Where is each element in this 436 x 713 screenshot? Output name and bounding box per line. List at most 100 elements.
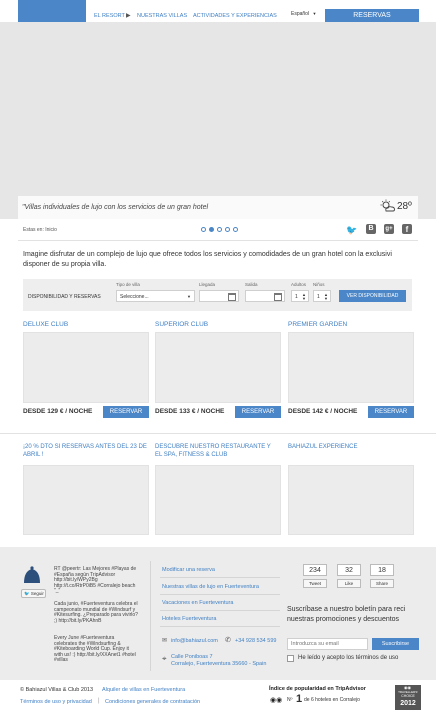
facebook-icon[interactable]: f [402, 224, 412, 234]
calendar-icon[interactable] [228, 293, 236, 301]
tripadvisor-title: Índice de popularidad en TripAdvisor [269, 686, 366, 692]
villa-image[interactable] [23, 332, 149, 403]
villa-card-deluxe: DELUXE CLUB DESDE 129 € / NOCHE RESERVAR [23, 321, 149, 421]
tripadvisor-rank-suffix: de 6 hoteles en Corralejo [304, 697, 360, 703]
footer-link[interactable]: Nuestras villas de lujo en Fuerteventura [162, 584, 259, 590]
share-count-box: 18 [370, 564, 394, 576]
promo-image[interactable] [288, 465, 414, 535]
nav-item-resort[interactable]: EL RESORT [94, 13, 125, 19]
footer-link[interactable]: Términos de uso y privacidad [20, 699, 92, 705]
twitter-bird-logo [22, 565, 42, 585]
booking-form: DISPONIBILIDAD Y RESERVAS Tipo de villa … [23, 279, 412, 311]
check-availability-button[interactable]: VER DISPONIBILIDAD [339, 290, 406, 302]
envelope-icon: ✉ [162, 638, 168, 644]
promo-title[interactable]: ¡20 % DTO SI RESERVAS ANTES DEL 23 DE AB… [23, 443, 147, 459]
share-counter-twitter[interactable]: 234 Tweet [303, 564, 327, 591]
footer-link[interactable]: Condiciones generales de contratación [105, 699, 200, 705]
footer-link[interactable]: Alquiler de villas en Fuerteventura [102, 687, 185, 693]
badge-line-2: CHOICE [401, 694, 415, 698]
share-count: 18 [378, 567, 386, 574]
separator: | [98, 698, 100, 704]
slider-dot[interactable] [217, 227, 222, 232]
share-button[interactable]: Like [337, 579, 361, 588]
twitter-icon[interactable]: 🐦 [346, 225, 357, 236]
share-counter-facebook[interactable]: 32 Like [337, 564, 361, 591]
subscribe-button[interactable]: Suscribirse [372, 638, 419, 650]
terms-checkbox[interactable] [287, 655, 294, 662]
nav-item-activities[interactable]: ACTIVIDADES Y EXPERIENCIAS [193, 13, 277, 19]
tripadvisor-rank: 1 [296, 693, 303, 705]
footer-link[interactable]: Modificar una reserva [162, 567, 215, 573]
villa-title[interactable]: DELUXE CLUB [23, 321, 68, 328]
tripadvisor-owl-icon[interactable]: ◉◉ [270, 696, 282, 704]
tripadvisor-rank-prefix: Nº [287, 697, 293, 703]
share-count: 234 [309, 567, 321, 574]
contact-email[interactable]: info@bahiazul.com [171, 638, 218, 644]
chevron-down-icon: ▼ [187, 294, 191, 299]
reserve-villa-button[interactable]: RESERVAR [103, 406, 149, 418]
departure-date-field[interactable] [245, 290, 285, 302]
contact-phone[interactable]: +34 928 534 599 [235, 638, 276, 644]
promo-image[interactable] [155, 465, 281, 535]
share-counter-generic[interactable]: 18 Share [370, 564, 394, 591]
villa-type-value: Seleccione... [120, 294, 149, 300]
kids-stepper[interactable]: 1 ▲ ▼ [313, 290, 331, 302]
footer-link[interactable]: Vacaciones en Fuerteventura [162, 600, 233, 606]
villa-title[interactable]: SUPERIOR CLUB [155, 321, 208, 328]
nav-arrow-icon: ▶ [126, 13, 131, 19]
promo-title[interactable]: BAHIAZUL EXPERIENCE [288, 443, 412, 451]
intro-text: Imagine disfrutar de un complejo de lujo… [23, 251, 392, 268]
slider-dot[interactable] [225, 227, 230, 232]
promo-title[interactable]: DESCUBRE NUESTRO RESTAURANTE Y EL SPA, F… [155, 443, 279, 459]
kids-value: 1 [317, 294, 320, 300]
villa-type-label: Tipo de villa [116, 282, 140, 287]
villa-image[interactable] [155, 332, 281, 403]
stepper-arrows-icon: ▲ ▼ [302, 292, 306, 301]
share-label: Like [344, 581, 354, 586]
villa-type-select[interactable]: Seleccione... ▼ [116, 290, 195, 302]
arrival-label: Llegada [199, 282, 216, 287]
hero-tagline: "Villas individuales de lujo con los ser… [22, 204, 209, 211]
promo-card-discount: ¡20 % DTO SI RESERVAS ANTES DEL 23 DE AB… [23, 443, 149, 535]
divider [160, 626, 280, 627]
reserve-button[interactable]: RESERVAS [325, 9, 419, 23]
promo-card-experience: BAHIAZUL EXPERIENCE [288, 443, 414, 535]
sun-cloud-icon [380, 199, 396, 215]
slider-dot-active[interactable] [209, 227, 214, 232]
share-button[interactable]: Tweet [303, 579, 327, 588]
tuenti-icon[interactable]: B [366, 224, 376, 234]
phone-icon: ✆ [225, 637, 231, 644]
twitter-follow-button[interactable]: 🐦 Seguir [21, 589, 46, 598]
calendar-icon[interactable] [274, 293, 282, 301]
villa-card-premier: PREMIER GARDEN DESDE 142 € / NOCHE RESER… [288, 321, 414, 421]
villa-image[interactable] [288, 332, 414, 403]
google-plus-icon[interactable]: g+ [384, 224, 394, 234]
slider-dot[interactable] [201, 227, 206, 232]
reserve-villa-button[interactable]: RESERVAR [368, 406, 414, 418]
newsletter-email-input[interactable] [287, 638, 368, 650]
language-select[interactable]: Español ▼ [291, 11, 316, 17]
share-label: Tweet [308, 581, 321, 586]
adults-stepper[interactable]: 1 ▲ ▼ [291, 290, 309, 302]
bottom-bar: © Bahiazul Villas & Club 2013 Alquiler d… [0, 680, 436, 713]
promo-image[interactable] [23, 465, 149, 535]
villa-price: DESDE 142 € / NOCHE [288, 408, 358, 415]
footer-link[interactable]: Hoteles Fuerteventura [162, 616, 216, 622]
tweet: Cada junio, #Fuerteventura celebra el ca… [54, 601, 138, 624]
footer-col-divider [150, 561, 151, 671]
arrival-date-field[interactable] [199, 290, 239, 302]
language-label: Español [291, 11, 310, 17]
location-pin-icon: ⌖ [162, 654, 167, 663]
villa-price: DESDE 133 € / NOCHE [155, 408, 225, 415]
breadcrumb: Estas en: Inicio [23, 227, 57, 233]
share-button[interactable]: Share [370, 579, 394, 588]
slider-dots [201, 227, 241, 233]
divider [18, 240, 418, 241]
nav-item-villas[interactable]: NUESTRAS VILLAS [137, 13, 187, 19]
divider [160, 594, 280, 595]
reserve-villa-button[interactable]: RESERVAR [235, 406, 281, 418]
badge-year: 2012 [400, 700, 416, 707]
slider-dot[interactable] [233, 227, 238, 232]
villa-title[interactable]: PREMIER GARDEN [288, 321, 347, 328]
adults-value: 1 [295, 294, 298, 300]
